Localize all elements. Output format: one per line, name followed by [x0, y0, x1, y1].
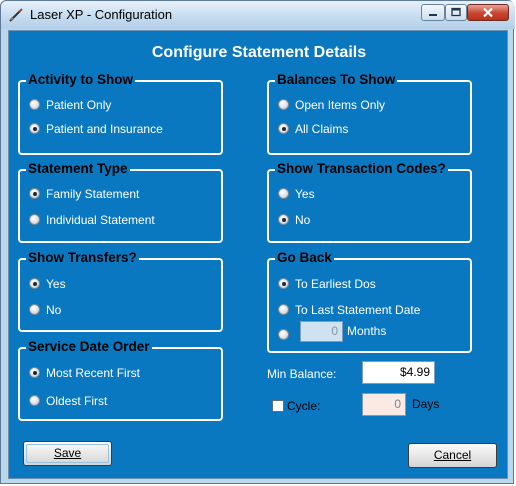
activity-to-show-group: Activity to Show Patient Only Patient an… [18, 72, 223, 155]
radio-button[interactable] [29, 278, 40, 289]
radio-button[interactable] [29, 304, 40, 315]
group-title: Service Date Order [26, 339, 152, 355]
radio-button[interactable] [29, 395, 40, 406]
window-title: Laser XP - Configuration [30, 7, 173, 22]
cancel-button[interactable]: Cancel [408, 443, 497, 468]
radio-label: Yes [295, 187, 315, 201]
radio-label: Most Recent First [46, 366, 141, 380]
save-button-label: Save [53, 446, 82, 460]
radio-button[interactable] [278, 99, 289, 110]
radio-label: To Last Statement Date [295, 303, 421, 317]
service-date-order-group: Service Date Order Most Recent First Old… [18, 339, 223, 421]
radio-label: Patient Only [46, 98, 112, 112]
radio-button[interactable] [29, 214, 40, 225]
radio-button[interactable] [29, 99, 40, 110]
min-balance-label: Min Balance: [267, 367, 337, 381]
radio-label: No [295, 213, 311, 227]
configuration-panel: Configure Statement Details Activity to … [8, 30, 508, 479]
radio-label: Open Items Only [295, 98, 386, 112]
show-transfers-group: Show Transfers? Yes No [18, 250, 223, 332]
radio-button[interactable] [278, 214, 289, 225]
title-bar[interactable]: Laser XP - Configuration [1, 1, 515, 29]
balances-to-show-group: Balances To Show Open Items Only All Cla… [267, 72, 472, 155]
min-balance-input[interactable]: $4.99 [362, 361, 435, 384]
statement-type-group: Statement Type Family Statement Individu… [18, 161, 223, 243]
maximize-icon [451, 7, 461, 17]
close-icon [483, 7, 493, 18]
radio-button[interactable] [278, 278, 289, 289]
months-input[interactable]: 0 [300, 321, 343, 342]
cycle-label: Cycle: [287, 399, 321, 413]
maximize-button[interactable] [445, 4, 467, 21]
days-label: Days [412, 397, 440, 411]
radio-label: Patient and Insurance [46, 122, 163, 136]
radio-label: Oldest First [46, 394, 108, 408]
radio-label: Individual Statement [46, 213, 155, 227]
group-title: Go Back [275, 250, 334, 266]
radio-label: All Claims [295, 122, 349, 136]
radio-button[interactable] [278, 304, 289, 315]
radio-button[interactable] [278, 188, 289, 199]
months-label: Months [347, 324, 387, 338]
radio-label: Yes [46, 277, 66, 291]
radio-button[interactable] [29, 367, 40, 378]
configuration-window: Laser XP - Configuration Configure State… [0, 0, 515, 484]
close-button[interactable] [467, 4, 509, 21]
cycle-days-input[interactable]: 0 [362, 393, 406, 416]
group-title: Show Transfers? [26, 250, 139, 266]
cycle-checkbox[interactable] [272, 400, 284, 412]
show-transaction-codes-group: Show Transaction Codes? Yes No [267, 161, 472, 243]
radio-button[interactable] [29, 188, 40, 199]
group-title: Balances To Show [275, 72, 398, 88]
go-back-group: Go Back To Earliest Dos To Last Statemen… [267, 250, 472, 353]
radio-label: To Earliest Dos [295, 277, 376, 291]
group-title: Activity to Show [26, 72, 136, 88]
group-title: Show Transaction Codes? [275, 161, 448, 177]
group-title: Statement Type [26, 161, 130, 177]
radio-button[interactable] [29, 123, 40, 134]
radio-button[interactable] [278, 123, 289, 134]
radio-label: No [46, 303, 62, 317]
cancel-button-label: Cancel [433, 448, 472, 462]
minimize-button[interactable] [421, 4, 445, 21]
laser-app-icon [9, 8, 23, 22]
radio-button[interactable] [278, 329, 289, 340]
page-title: Configure Statement Details [151, 44, 367, 61]
radio-label: Family Statement [46, 187, 140, 201]
save-button[interactable]: Save [23, 441, 112, 466]
minimize-icon [429, 14, 437, 16]
